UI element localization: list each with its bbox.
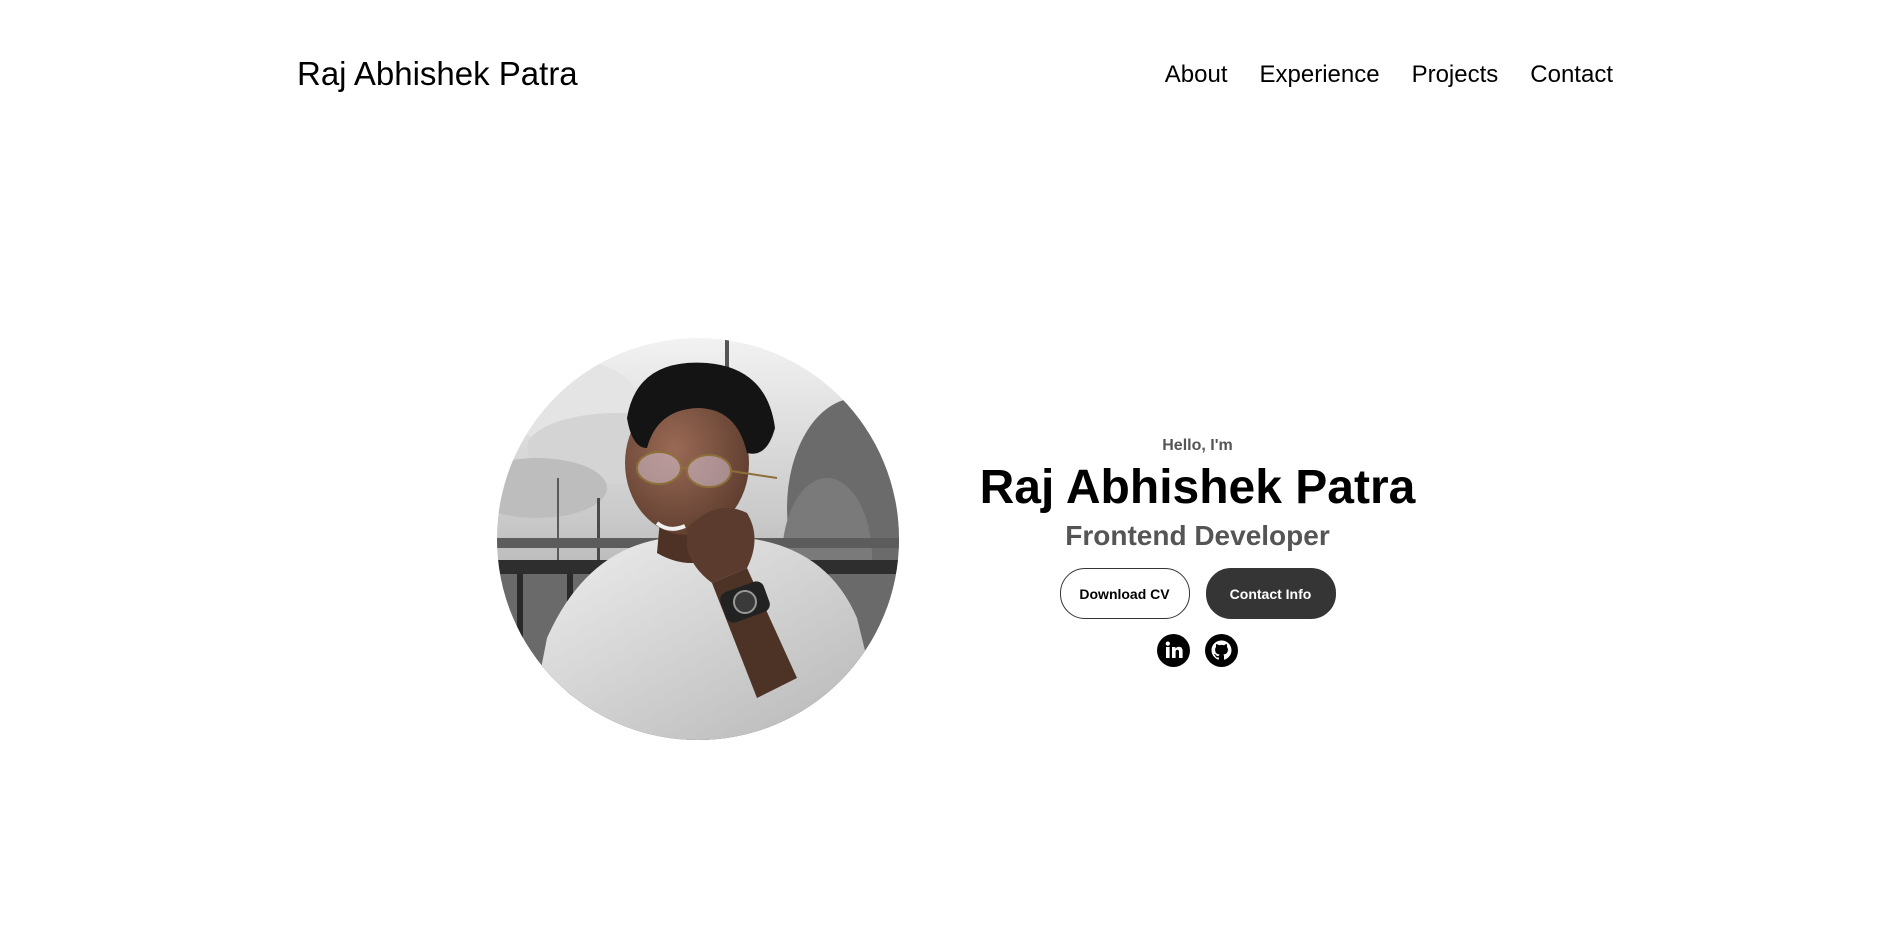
job-title: Frontend Developer xyxy=(1065,520,1330,551)
profile-picture xyxy=(497,338,899,740)
social-links xyxy=(960,634,1435,667)
linkedin-icon[interactable] xyxy=(1157,634,1190,667)
hero-section: Hello, I'm Raj Abhishek Patra Frontend D… xyxy=(0,0,1899,939)
github-icon[interactable] xyxy=(1205,634,1238,667)
download-cv-button[interactable]: Download CV xyxy=(1059,568,1190,619)
contact-info-button[interactable]: Contact Info xyxy=(1205,568,1336,619)
greeting-text: Hello, I'm xyxy=(1162,437,1233,454)
hero-text: Hello, I'm Raj Abhishek Patra Frontend D… xyxy=(960,420,1435,667)
hero-buttons: Download CV Contact Info xyxy=(960,568,1435,619)
hero-name: Raj Abhishek Patra xyxy=(979,461,1416,514)
